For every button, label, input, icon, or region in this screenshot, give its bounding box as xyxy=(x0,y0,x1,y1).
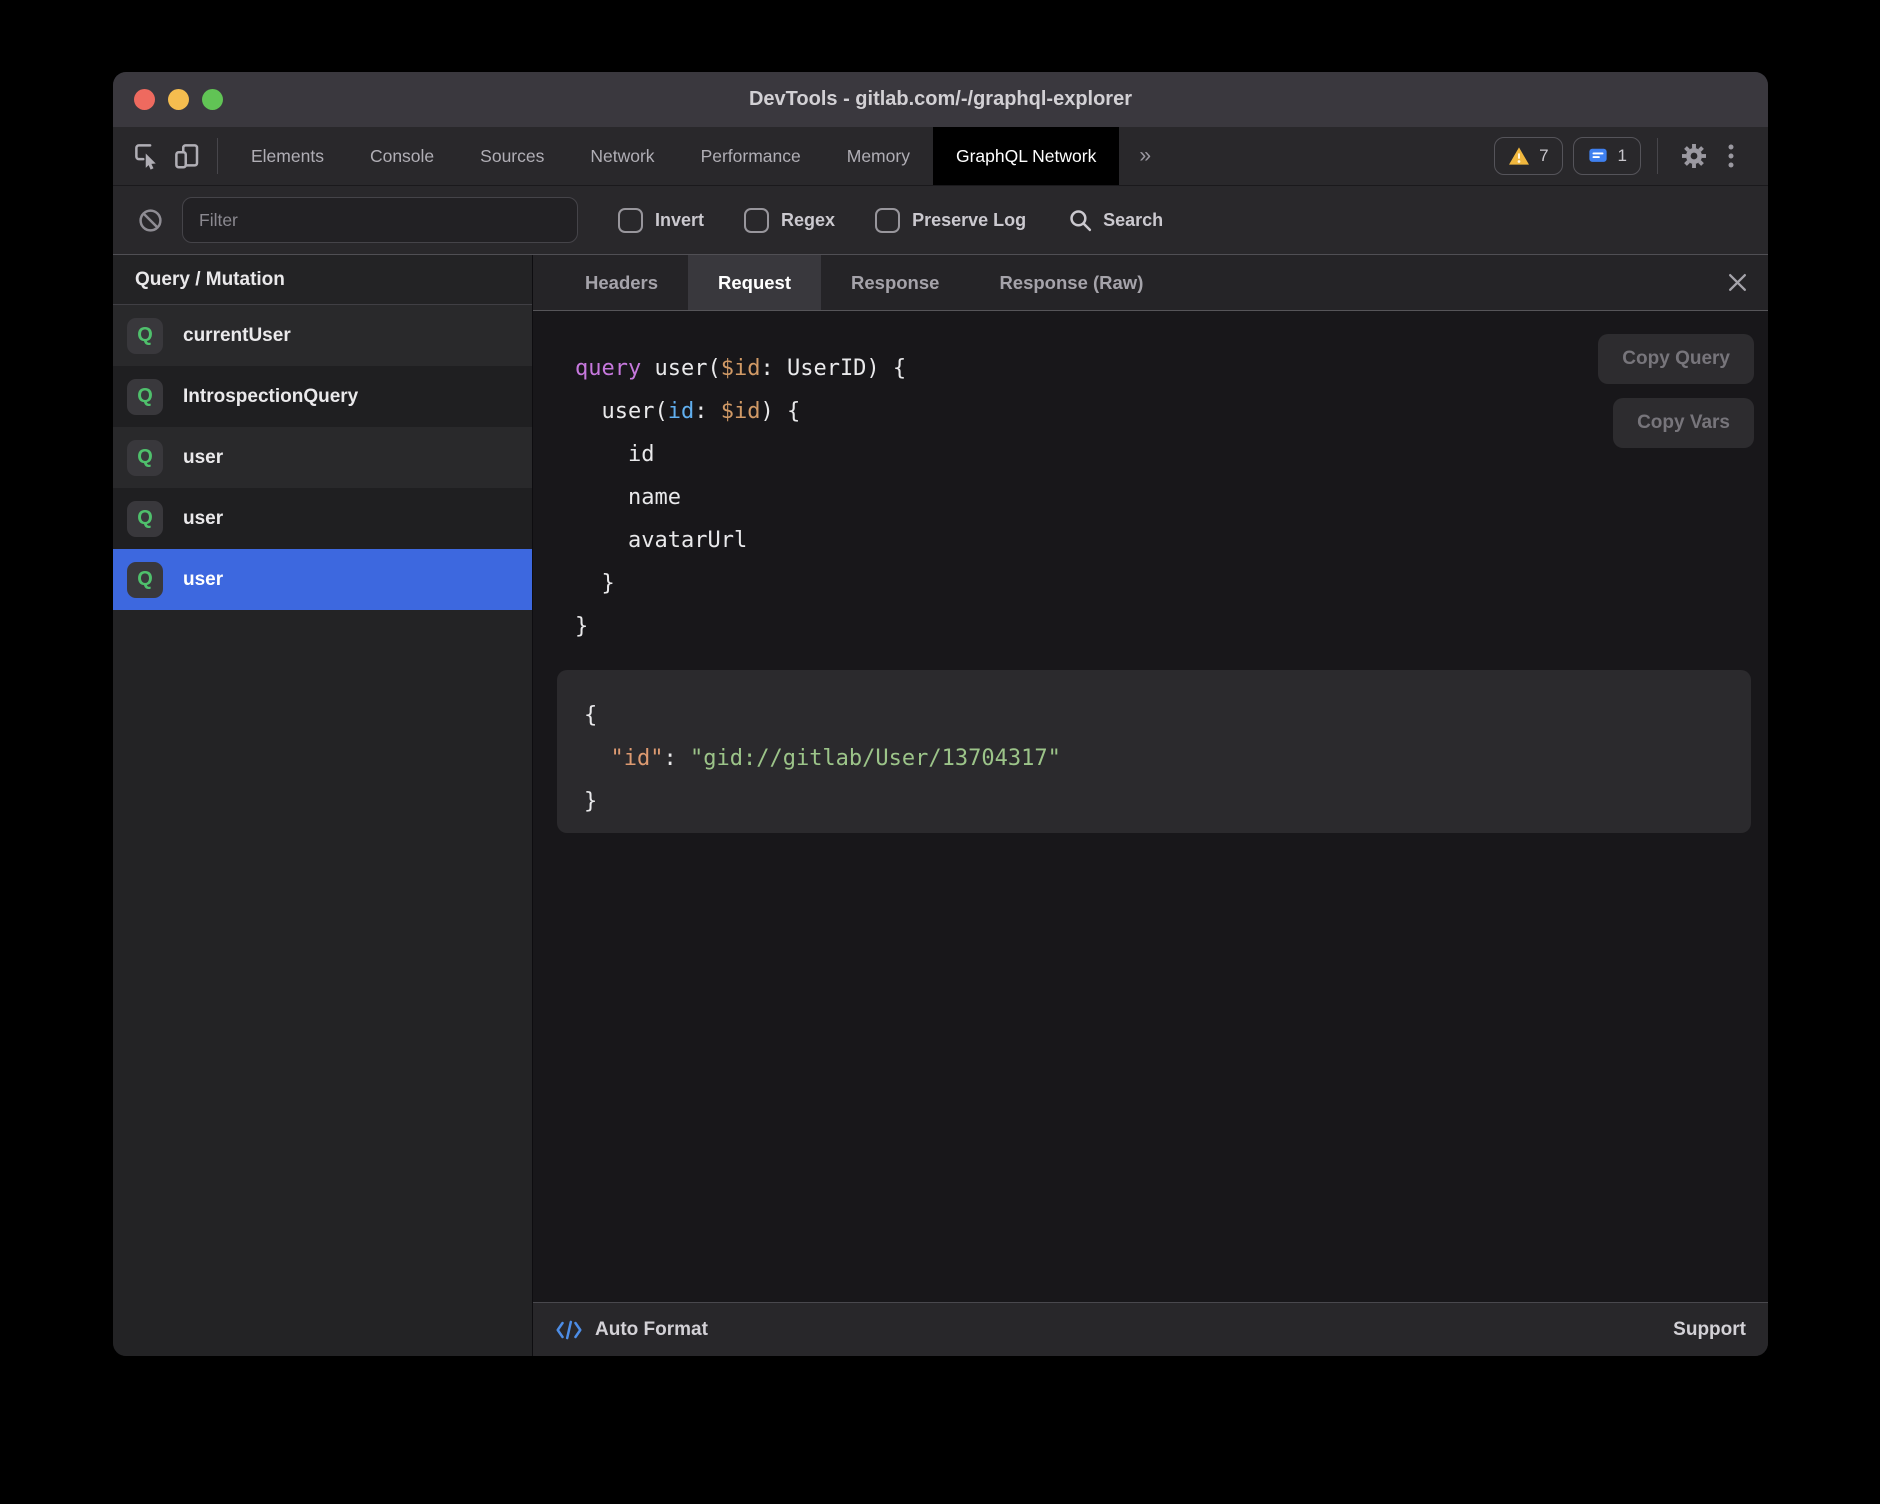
code-line: { xyxy=(584,694,1751,737)
inspect-cursor-icon xyxy=(132,141,162,171)
query-row-currentUser[interactable]: Q currentUser xyxy=(113,305,532,366)
code-line: } xyxy=(575,605,906,648)
query-row-label: user xyxy=(183,569,223,591)
auto-format-label[interactable]: Auto Format xyxy=(595,1319,708,1341)
detail-tab-strip: Headers Request Response Response (Raw) xyxy=(533,255,1768,311)
query-type-badge: Q xyxy=(127,501,163,537)
warning-count: 7 xyxy=(1539,146,1548,166)
warnings-badge-button[interactable]: 7 xyxy=(1494,137,1562,175)
code-line: } xyxy=(584,780,1751,823)
tab-graphql-network[interactable]: GraphQL Network xyxy=(933,127,1119,185)
tab-headers[interactable]: Headers xyxy=(555,255,688,310)
query-row-label: user xyxy=(183,447,223,469)
detail-footer: Auto Format Support xyxy=(533,1302,1768,1356)
query-row-label: currentUser xyxy=(183,325,291,347)
warning-icon xyxy=(1508,146,1530,166)
tab-memory[interactable]: Memory xyxy=(824,127,933,185)
invert-checkbox-group: Invert xyxy=(618,208,704,233)
tab-sources[interactable]: Sources xyxy=(457,127,567,185)
search-icon xyxy=(1068,208,1093,233)
kebab-menu-icon xyxy=(1720,143,1742,169)
query-row-user-3-selected[interactable]: Q user xyxy=(113,549,532,610)
code-line: user(id: $id) { xyxy=(575,390,906,433)
copy-buttons: Copy Query Copy Vars xyxy=(1598,334,1754,448)
maximize-window-button[interactable] xyxy=(202,89,223,110)
message-icon xyxy=(1587,146,1609,166)
close-window-button[interactable] xyxy=(134,89,155,110)
issue-count: 1 xyxy=(1618,146,1627,166)
tab-response[interactable]: Response xyxy=(821,255,969,310)
query-list-panel: Query / Mutation Q currentUser Q Introsp… xyxy=(113,255,533,1356)
toggle-device-toolbar-button[interactable] xyxy=(167,134,207,178)
query-type-badge: Q xyxy=(127,379,163,415)
device-toolbar-icon xyxy=(172,141,202,171)
request-detail-panel: Headers Request Response Response (Raw) … xyxy=(533,255,1768,1356)
regex-checkbox[interactable] xyxy=(744,208,769,233)
tab-request[interactable]: Request xyxy=(688,255,821,310)
toolbar-separator-2 xyxy=(1657,138,1658,174)
customize-devtools-button[interactable] xyxy=(1714,134,1748,178)
close-icon xyxy=(1727,272,1748,293)
preserve-log-label: Preserve Log xyxy=(912,210,1026,231)
inspect-element-button[interactable] xyxy=(127,134,167,178)
regex-checkbox-group: Regex xyxy=(744,208,835,233)
toolbar-separator xyxy=(217,138,218,174)
query-row-introspectionQuery[interactable]: Q IntrospectionQuery xyxy=(113,366,532,427)
minimize-window-button[interactable] xyxy=(168,89,189,110)
preserve-log-checkbox[interactable] xyxy=(875,208,900,233)
search-button[interactable]: Search xyxy=(1068,208,1163,233)
code-line: id xyxy=(575,433,906,476)
traffic-lights xyxy=(113,89,223,110)
tab-performance[interactable]: Performance xyxy=(678,127,824,185)
code-line: "id": "gid://gitlab/User/13704317" xyxy=(584,737,1751,780)
query-type-badge: Q xyxy=(127,318,163,354)
code-line: } xyxy=(575,562,906,605)
query-type-badge: Q xyxy=(127,562,163,598)
query-row-label: user xyxy=(183,508,223,530)
code-line: name xyxy=(575,476,906,519)
desktop-background: DevTools - gitlab.com/-/graphql-explorer… xyxy=(0,0,1880,1504)
strip-spacer xyxy=(1173,255,1707,310)
search-label: Search xyxy=(1103,210,1163,231)
tab-network[interactable]: Network xyxy=(567,127,677,185)
query-type-badge: Q xyxy=(127,440,163,476)
request-content: query user($id: UserID) { user(id: $id) … xyxy=(533,311,1768,1302)
query-row-label: IntrospectionQuery xyxy=(183,386,358,408)
query-row-user-1[interactable]: Q user xyxy=(113,427,532,488)
code-line: avatarUrl xyxy=(575,519,906,562)
close-detail-button[interactable] xyxy=(1707,255,1768,310)
devtools-window: DevTools - gitlab.com/-/graphql-explorer… xyxy=(113,72,1768,1356)
query-row-user-2[interactable]: Q user xyxy=(113,488,532,549)
more-tabs-button[interactable]: » xyxy=(1119,144,1171,168)
query-list-header: Query / Mutation xyxy=(113,255,532,305)
tab-elements[interactable]: Elements xyxy=(228,127,347,185)
support-link[interactable]: Support xyxy=(1673,1319,1746,1341)
tab-response-raw[interactable]: Response (Raw) xyxy=(969,255,1173,310)
titlebar: DevTools - gitlab.com/-/graphql-explorer xyxy=(113,72,1768,127)
devtools-toolbar: Elements Console Sources Network Perform… xyxy=(113,127,1768,185)
code-line: query user($id: UserID) { xyxy=(575,347,906,390)
regex-label: Regex xyxy=(781,210,835,231)
copy-vars-button[interactable]: Copy Vars xyxy=(1613,398,1754,448)
window-title: DevTools - gitlab.com/-/graphql-explorer xyxy=(113,88,1768,111)
settings-button[interactable] xyxy=(1674,134,1714,178)
panel-body: Query / Mutation Q currentUser Q Introsp… xyxy=(113,255,1768,1356)
invert-label: Invert xyxy=(655,210,704,231)
filter-bar: Invert Regex Preserve Log Search xyxy=(113,185,1768,255)
filter-input[interactable] xyxy=(182,197,578,243)
auto-format-icon[interactable] xyxy=(555,1319,583,1341)
invert-checkbox[interactable] xyxy=(618,208,643,233)
issues-badge-button[interactable]: 1 xyxy=(1573,137,1641,175)
variables-box: { "id": "gid://gitlab/User/13704317"} xyxy=(557,670,1751,833)
copy-query-button[interactable]: Copy Query xyxy=(1598,334,1754,384)
tab-console[interactable]: Console xyxy=(347,127,457,185)
preserve-log-checkbox-group: Preserve Log xyxy=(875,208,1026,233)
gear-icon xyxy=(1679,141,1709,171)
block-filter-icon[interactable] xyxy=(137,207,164,234)
request-code: query user($id: UserID) { user(id: $id) … xyxy=(575,347,906,648)
